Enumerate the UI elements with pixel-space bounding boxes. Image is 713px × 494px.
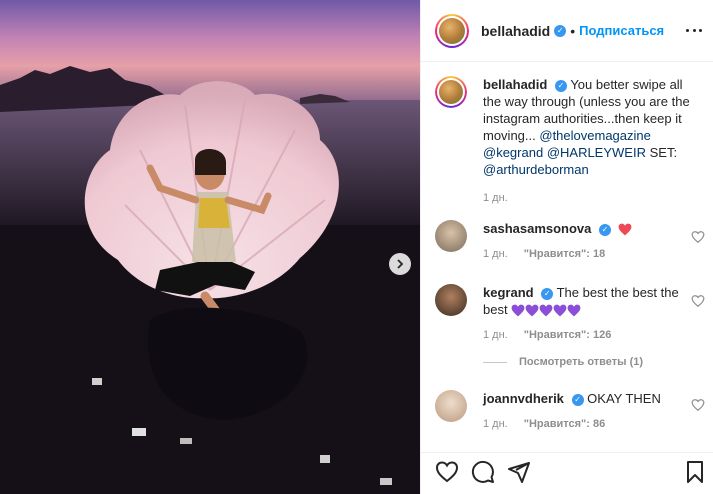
commenter-avatar[interactable] xyxy=(435,284,467,316)
caption: bellahadid ✓ You better swipe all the wa… xyxy=(435,76,705,206)
mention-link[interactable]: @HARLEYWEIR xyxy=(547,145,646,160)
red-heart-emoji-icon xyxy=(618,223,632,236)
bookmark-icon[interactable] xyxy=(683,460,707,484)
comment-username[interactable]: kegrand xyxy=(483,285,534,300)
comment-time[interactable]: 1 дн. xyxy=(483,248,508,260)
comment-item: sashasamsonova ✓ 1 дн. "Нравится": 18 xyxy=(435,220,705,280)
mention-link[interactable]: @arthurdeborman xyxy=(483,162,589,177)
comments-section: bellahadid ✓ You better swipe all the wa… xyxy=(421,62,713,452)
separator-dot: • xyxy=(570,22,576,39)
comment-icon[interactable] xyxy=(471,460,495,484)
author-avatar[interactable] xyxy=(435,13,469,48)
comment-text: OKAY THEN xyxy=(587,391,661,406)
post-header: bellahadid ✓ • Подписаться xyxy=(421,0,713,62)
author-username[interactable]: bellahadid xyxy=(481,23,550,39)
comment-username[interactable]: sashasamsonova xyxy=(483,221,591,236)
commenter-avatar[interactable] xyxy=(435,220,467,252)
share-icon[interactable] xyxy=(507,460,531,484)
caption-set-label: SET: xyxy=(649,145,678,160)
replies-divider xyxy=(483,361,507,363)
verified-icon: ✓ xyxy=(571,393,584,406)
caption-username[interactable]: bellahadid xyxy=(483,77,547,92)
like-comment-heart-icon[interactable] xyxy=(691,230,705,244)
carousel-next-button[interactable] xyxy=(389,253,411,275)
like-comment-heart-icon[interactable] xyxy=(691,398,705,412)
verified-icon: ✓ xyxy=(554,79,567,92)
purple-hearts-emoji-icon xyxy=(511,302,581,317)
comment-username[interactable]: joannvdherik xyxy=(483,391,564,406)
photo-illustration xyxy=(0,0,420,494)
mention-link[interactable]: @thelovemagazine xyxy=(539,128,650,143)
comment-time[interactable]: 1 дн. xyxy=(483,329,508,341)
commenter-avatar[interactable] xyxy=(435,390,467,422)
caption-time[interactable]: 1 дн. xyxy=(483,192,508,204)
like-comment-heart-icon[interactable] xyxy=(691,294,705,308)
comment-likes[interactable]: "Нравится": 18 xyxy=(524,248,605,260)
caption-avatar[interactable] xyxy=(435,76,467,108)
comment-item: kegrand ✓ The best the best the best 1 д… xyxy=(435,284,705,348)
post-photo[interactable] xyxy=(0,0,420,494)
chevron-right-icon xyxy=(397,259,404,269)
more-options-icon[interactable] xyxy=(686,22,702,38)
post-panel: bellahadid ✓ • Подписаться bellahadid ✓ … xyxy=(420,0,713,494)
heart-icon[interactable] xyxy=(435,460,459,484)
comment-likes[interactable]: "Нравится": 126 xyxy=(524,329,612,341)
follow-button[interactable]: Подписаться xyxy=(579,23,664,38)
verified-icon: ✓ xyxy=(599,223,612,236)
view-replies-label: Посмотреть ответы (1) xyxy=(519,356,644,368)
post-actions-bar xyxy=(421,452,713,494)
verified-icon: ✓ xyxy=(541,287,554,300)
comment-item: joannvdherik ✓ OKAY THEN 1 дн. "Нравится"… xyxy=(435,390,705,450)
verified-icon: ✓ xyxy=(554,24,567,37)
comment-likes[interactable]: "Нравится": 86 xyxy=(524,418,605,430)
view-replies-button[interactable]: Посмотреть ответы (1) xyxy=(483,356,643,368)
mention-link[interactable]: @kegrand xyxy=(483,145,543,160)
comment-time[interactable]: 1 дн. xyxy=(483,418,508,430)
